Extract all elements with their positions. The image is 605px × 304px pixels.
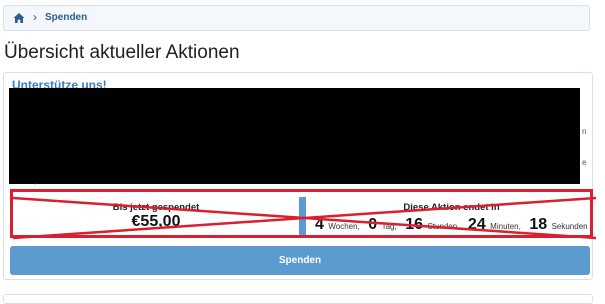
donation-stats: Bis jetzt gespendet €55,00 Diese Aktion … <box>10 189 596 240</box>
countdown-hours: 16 <box>405 216 423 233</box>
countdown-minutes-unit: Minuten, <box>490 222 521 231</box>
progress-divider <box>299 197 306 235</box>
home-icon[interactable] <box>13 12 25 24</box>
breadcrumb: › Spenden <box>3 5 590 31</box>
breadcrumb-separator: › <box>33 10 37 24</box>
countdown-days-unit: Tag, <box>381 222 397 231</box>
breadcrumb-item-spenden[interactable]: Spenden <box>45 12 87 23</box>
raised-stat: Bis jetzt gespendet €55,00 <box>13 192 299 235</box>
countdown: 4 Wochen, 0 Tag, 16 Stunden, 24 Minuten,… <box>315 216 592 234</box>
countdown-label: Diese Aktion endet in <box>403 202 500 213</box>
countdown-minutes: 24 <box>467 216 486 233</box>
edge-mark: n <box>582 127 587 136</box>
countdown-weeks: 4 <box>315 216 324 233</box>
countdown-seconds: 18 <box>529 216 548 233</box>
raised-value: €55,00 <box>131 213 181 230</box>
countdown-seconds-unit: Sekunden <box>551 222 588 231</box>
next-panel <box>3 294 593 304</box>
countdown-stat: Diese Aktion endet in 4 Wochen, 0 Tag, 1… <box>313 192 590 235</box>
page-title: Übersicht aktueller Aktionen <box>4 42 240 63</box>
redacted-block <box>9 88 580 184</box>
donate-button[interactable]: Spenden <box>10 246 590 275</box>
edge-mark: , <box>34 177 37 186</box>
raised-label: Bis jetzt gespendet <box>112 202 200 213</box>
countdown-hours-unit: Stunden, <box>427 222 460 231</box>
countdown-days: 0 <box>368 216 378 233</box>
countdown-weeks-unit: Wochen, <box>328 222 360 231</box>
edge-mark: e <box>582 158 587 167</box>
